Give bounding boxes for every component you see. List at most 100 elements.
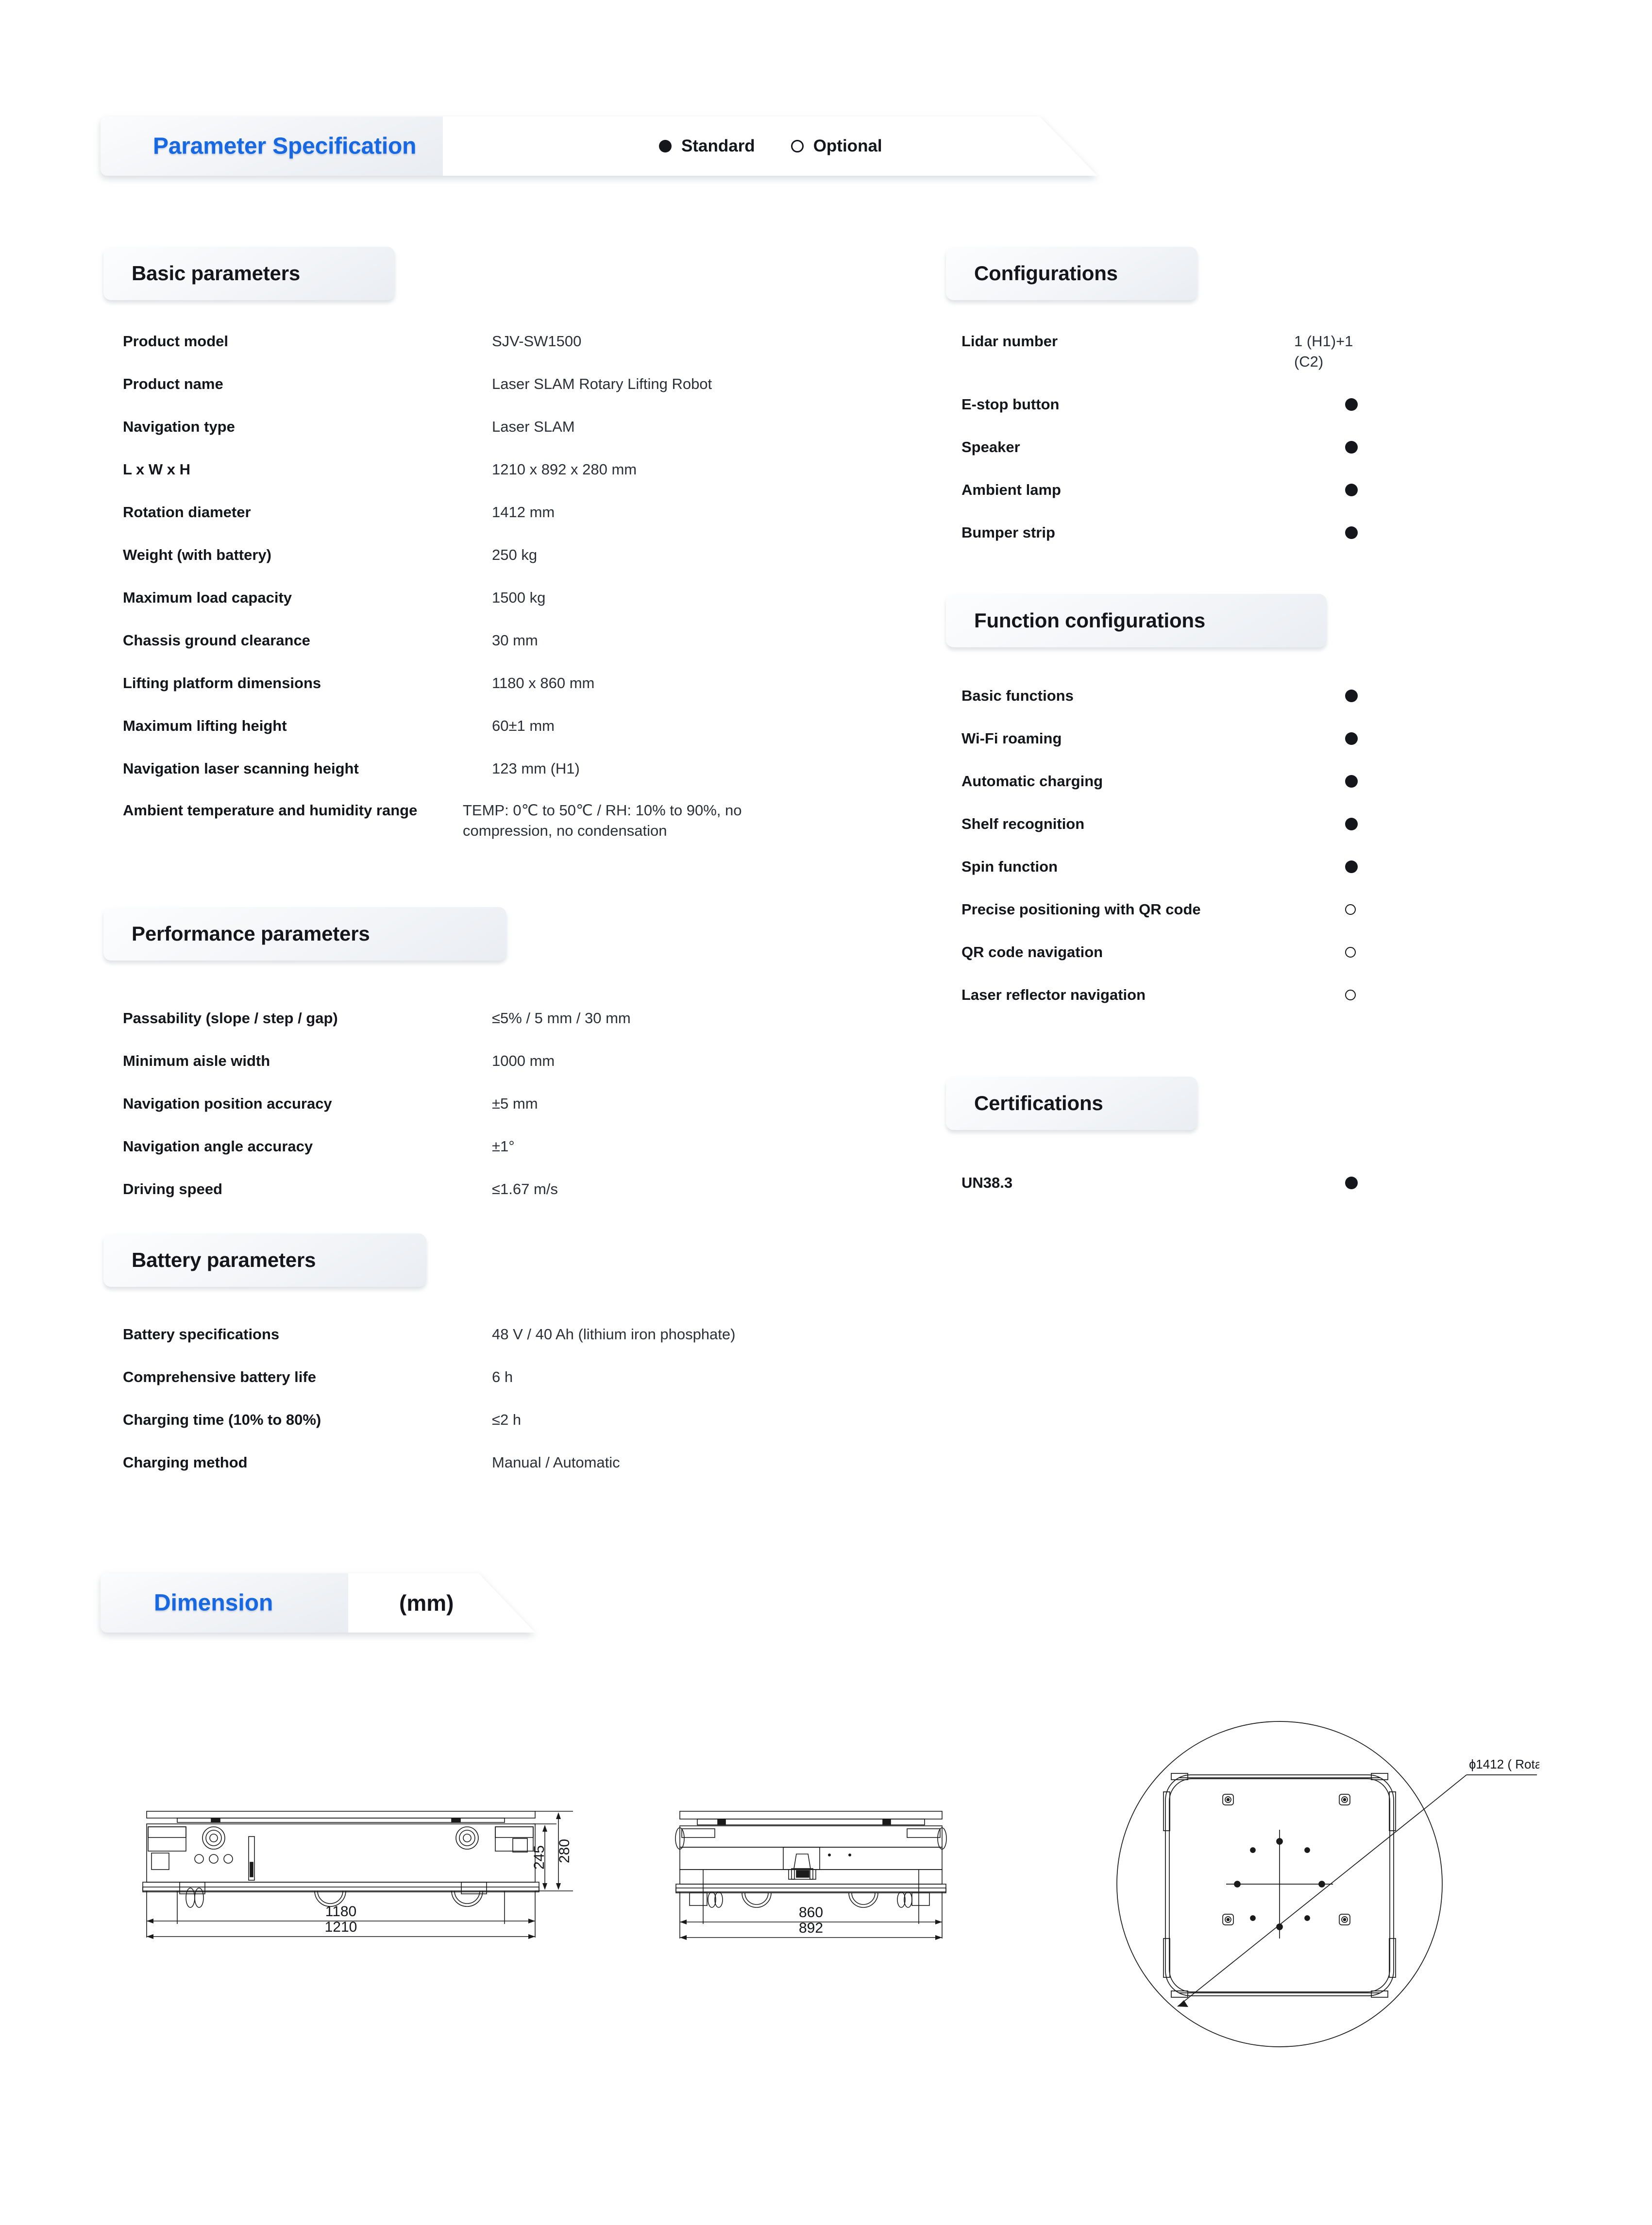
filled-circle-icon (1345, 398, 1358, 411)
spec-key: Rotation diameter (123, 504, 251, 521)
hollow-circle-icon (1345, 904, 1356, 915)
dimension-label-1180: 1180 (325, 1904, 357, 1920)
table-row: Navigation position accuracy ±5 mm (123, 1094, 866, 1114)
section-title-function-configurations: Function configurations (974, 609, 1206, 632)
parameter-specification-banner: Parameter Specification Standard Optiona… (101, 117, 1097, 176)
table-row: Speaker (961, 437, 1374, 457)
spec-key: Product name (123, 375, 223, 392)
table-row: Weight (with battery) 250 kg (123, 545, 866, 565)
table-row: Basic functions (961, 686, 1374, 706)
spec-value: ≤1.67 m/s (492, 1180, 558, 1197)
table-certifications: UN38.3 (961, 1173, 1374, 1193)
table-row: Lifting platform dimensions 1180 x 860 m… (123, 673, 866, 693)
dimension-label-860: 860 (799, 1905, 823, 1921)
spec-key: E-stop button (961, 396, 1060, 413)
dimension-label-892: 892 (799, 1920, 823, 1936)
dimension-banner: Dimension (mm) (101, 1573, 535, 1633)
spec-value: Laser SLAM Rotary Lifting Robot (492, 375, 712, 392)
spec-marker (1345, 437, 1358, 457)
table-row: Maximum lifting height 60±1 mm (123, 716, 866, 736)
filled-circle-icon (1345, 818, 1358, 830)
spec-value: TEMP: 0℃ to 50℃ / RH: 10% to 90%, no com… (463, 802, 742, 839)
table-row: Bumper strip (961, 523, 1374, 543)
hollow-circle-icon (1345, 990, 1356, 1000)
table-row: UN38.3 (961, 1173, 1374, 1193)
spec-value: 1210 x 892 x 280 mm (492, 461, 637, 478)
table-configurations: Lidar number 1 (H1)+1 (C2) E-stop button… (961, 331, 1374, 543)
spec-value: 1180 x 860 mm (492, 674, 595, 691)
drawing-top-view: ɸ1412 ( Rotating diameter ) (1116, 1721, 1539, 2047)
spec-marker (1345, 985, 1356, 1005)
hollow-circle-icon (1345, 947, 1356, 958)
spec-key: Lifting platform dimensions (123, 674, 321, 691)
table-basic-parameters: Product model SJV-SW1500 Product name La… (123, 331, 866, 841)
spec-marker (1345, 394, 1358, 415)
annotation-rotating-diameter: ɸ1412 ( Rotating diameter ) (1469, 1757, 1539, 1771)
dimension-label-245: 245 (531, 1845, 547, 1870)
section-header-configurations: Configurations (946, 247, 1197, 300)
spec-value: SJV-SW1500 (492, 333, 582, 350)
spec-value: 30 mm (492, 632, 538, 649)
spec-value: ≤5% / 5 mm / 30 mm (492, 1010, 631, 1027)
section-header-battery-parameters: Battery parameters (103, 1233, 426, 1287)
spec-key: Lidar number (961, 333, 1058, 350)
spec-key: Battery specifications (123, 1326, 280, 1343)
spec-marker (1345, 480, 1358, 500)
spec-value: 1 (H1)+1 (C2) (1294, 333, 1353, 370)
table-row: Ambient lamp (961, 480, 1374, 500)
spec-key: Laser reflector navigation (961, 986, 1146, 1003)
spec-key: Spin function (961, 858, 1058, 875)
table-performance-parameters: Passability (slope / step / gap) ≤5% / 5… (123, 1008, 866, 1199)
spec-marker (1345, 857, 1358, 877)
dimension-label-280: 280 (556, 1839, 573, 1863)
legend-label-standard: Standard (681, 136, 755, 155)
table-row: Charging time (10% to 80%) ≤2 h (123, 1410, 866, 1430)
table-row: Navigation angle accuracy ±1° (123, 1136, 866, 1157)
spec-marker (1345, 899, 1356, 920)
spec-value: 60±1 mm (492, 717, 555, 734)
table-row: Maximum load capacity 1500 kg (123, 588, 866, 608)
section-header-certifications: Certifications (946, 1077, 1197, 1130)
spec-value: 1500 kg (492, 589, 546, 606)
spec-marker (1345, 728, 1358, 749)
legend: Standard Optional (659, 136, 882, 156)
section-title-certifications: Certifications (974, 1092, 1103, 1114)
table-row: Comprehensive battery life 6 h (123, 1367, 866, 1387)
spec-key: Ambient lamp (961, 481, 1061, 498)
table-row: Rotation diameter 1412 mm (123, 502, 866, 523)
spec-value: 1000 mm (492, 1052, 555, 1069)
spec-key: Navigation angle accuracy (123, 1138, 313, 1155)
spec-key: Chassis ground clearance (123, 632, 310, 649)
spec-key: QR code navigation (961, 944, 1103, 961)
spec-key: Navigation position accuracy (123, 1095, 332, 1112)
dimension-title: Dimension (154, 1590, 273, 1616)
section-header-function-configurations: Function configurations (946, 594, 1327, 647)
table-row: Laser reflector navigation (961, 985, 1374, 1005)
spec-value: 123 mm (H1) (492, 760, 580, 777)
table-row: Precise positioning with QR code (961, 899, 1374, 920)
spec-key: Charging time (10% to 80%) (123, 1411, 321, 1428)
section-title-basic-parameters: Basic parameters (132, 262, 301, 285)
table-row: E-stop button (961, 394, 1374, 415)
table-row: L x W x H 1210 x 892 x 280 mm (123, 459, 866, 480)
spec-value: ≤2 h (492, 1411, 522, 1428)
table-row: Driving speed ≤1.67 m/s (123, 1179, 866, 1199)
table-row: Navigation laser scanning height 123 mm … (123, 759, 866, 779)
table-row: Automatic charging (961, 771, 1374, 792)
table-row: Wi-Fi roaming (961, 728, 1374, 749)
hollow-circle-icon (791, 140, 804, 152)
table-row: Spin function (961, 857, 1374, 877)
spec-marker (1345, 814, 1358, 834)
table-row: Chassis ground clearance 30 mm (123, 630, 866, 651)
spec-sheet-page: Parameter Specification Standard Optiona… (0, 0, 1652, 2225)
spec-key: L x W x H (123, 461, 190, 478)
table-row: Navigation type Laser SLAM (123, 417, 866, 437)
spec-key: Shelf recognition (961, 815, 1085, 832)
spec-key: Precise positioning with QR code (961, 901, 1201, 918)
dimension-unit: (mm) (399, 1590, 454, 1616)
spec-value: 1412 mm (492, 504, 555, 521)
table-row: Passability (slope / step / gap) ≤5% / 5… (123, 1008, 866, 1028)
spec-marker (1345, 1173, 1358, 1193)
filled-circle-icon (1345, 775, 1358, 788)
spec-key: Navigation laser scanning height (123, 760, 359, 777)
